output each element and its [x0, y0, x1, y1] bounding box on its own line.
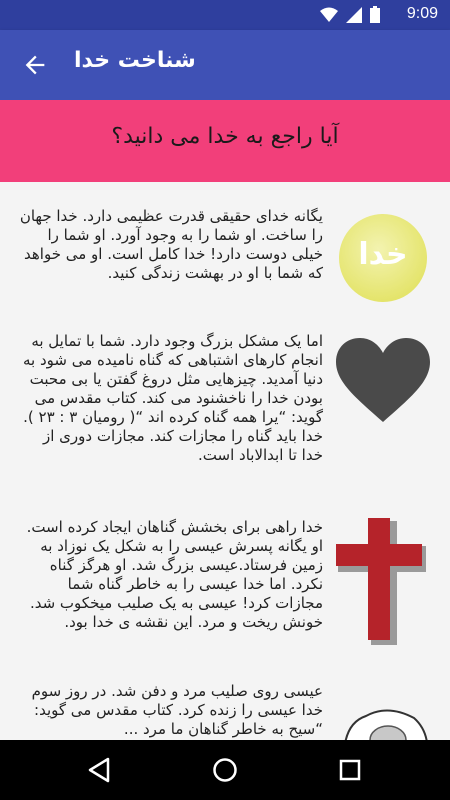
banner-question: آیا راجع به خدا می دانید؟: [111, 124, 339, 149]
status-icons: [320, 6, 380, 23]
section-text: اما یک مشکل بزرگ وجود دارد. شما با تمایل…: [22, 332, 323, 464]
section-text: یگانه خدای حقیقی قدرت عظیمی دارد. خدا جه…: [19, 207, 323, 282]
navigation-bar: [0, 740, 450, 800]
page-title: شناخت خدا: [74, 48, 196, 73]
arrow-back-icon[interactable]: [20, 51, 50, 79]
section-text: خدا راهی برای بخشش گناهان ایجاد کرده است…: [26, 518, 323, 631]
recents-square-icon[interactable]: [336, 756, 364, 784]
back-triangle-icon[interactable]: [86, 756, 114, 784]
tomb-stone-icon: [336, 694, 430, 740]
home-circle-icon[interactable]: [211, 756, 239, 784]
cross-icon: [336, 518, 430, 648]
status-bar: 9:09: [0, 0, 450, 30]
battery-icon: [370, 6, 380, 23]
khoda-circle-icon: خدا: [336, 211, 430, 305]
content-scroll[interactable]: یگانه خدای حقیقی قدرت عظیمی دارد. خدا جه…: [0, 182, 450, 740]
app-bar: شناخت خدا: [0, 30, 450, 100]
status-time: 9:09: [406, 5, 438, 22]
section-text: عیسی روی صلیب مرد و دفن شد. در روز سوم خ…: [31, 682, 323, 738]
khoda-circle-label: خدا: [358, 237, 408, 272]
heart-icon: [336, 336, 430, 430]
question-banner: آیا راجع به خدا می دانید؟: [0, 100, 450, 182]
wifi-icon: [320, 7, 338, 22]
signal-icon: [346, 6, 362, 23]
